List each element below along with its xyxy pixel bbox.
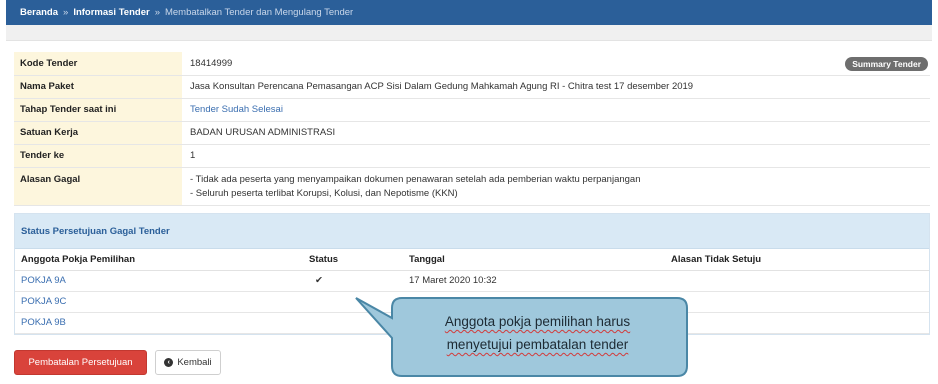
info-row-kode-tender: Kode Tender 18414999 Summary Tender (14, 52, 930, 76)
annotation-callout: Anggota pokja pemilihan harus menyetujui… (352, 288, 692, 383)
tahap-tender-link[interactable]: Tender Sudah Selesai (190, 104, 283, 115)
tender-info-table: Kode Tender 18414999 Summary Tender Nama… (14, 52, 930, 206)
column-header: Alasan Tidak Setuju (665, 249, 929, 271)
circle-arrow-left-icon: ‹ (164, 358, 174, 367)
cancel-approval-button[interactable]: Pembatalan Persetujuan (14, 350, 147, 375)
check-icon: ✔ (315, 275, 323, 286)
breadcrumb-separator: » (63, 7, 69, 18)
info-label: Alasan Gagal (14, 167, 182, 206)
reject-reason (665, 270, 929, 292)
info-label: Satuan Kerja (14, 121, 182, 145)
info-label: Kode Tender (14, 52, 182, 76)
breadcrumb-separator: » (154, 7, 160, 18)
breadcrumb-current-page: Membatalkan Tender dan Mengulang Tender (164, 7, 354, 18)
info-label: Nama Paket (14, 75, 182, 99)
info-label: Tender ke (14, 144, 182, 168)
breadcrumb: Beranda » Informasi Tender » Membatalkan… (6, 0, 932, 25)
pokja-member-link[interactable]: POKJA 9A (21, 275, 66, 286)
reject-reason (665, 312, 929, 334)
breadcrumb-tender-info-link[interactable]: Informasi Tender (73, 7, 149, 18)
callout-text: Anggota pokja pemilihan harus menyetujui… (394, 298, 681, 368)
sub-toolbar (6, 25, 932, 41)
info-value-cell: 18414999 Summary Tender (182, 52, 930, 76)
reject-reason (665, 291, 929, 313)
kode-tender-value: 18414999 (190, 57, 233, 69)
column-header: Tanggal (403, 249, 665, 271)
summary-tender-button[interactable]: Summary Tender (845, 57, 928, 71)
info-row-satuan-kerja: Satuan Kerja BADAN URUSAN ADMINISTRASI (14, 121, 930, 145)
nama-paket-value: Jasa Konsultan Perencana Pemasangan ACP … (182, 75, 930, 99)
pokja-member-link[interactable]: POKJA 9B (21, 317, 66, 328)
info-row-alasan-gagal: Alasan Gagal - Tidak ada peserta yang me… (14, 167, 930, 206)
alasan-gagal-line: - Tidak ada peserta yang menyampaikan do… (190, 173, 641, 185)
info-row-nama-paket: Nama Paket Jasa Konsultan Perencana Pema… (14, 75, 930, 99)
callout-line: menyetujui pembatalan tender (446, 337, 629, 352)
satuan-kerja-value: BADAN URUSAN ADMINISTRASI (182, 121, 930, 145)
back-button-label: Kembali (177, 357, 212, 368)
info-label: Tahap Tender saat ini (14, 98, 182, 122)
panel-title: Status Persetujuan Gagal Tender (15, 214, 929, 249)
column-header: Anggota Pokja Pemilihan (15, 249, 303, 271)
info-value-cell: Tender Sudah Selesai (182, 98, 930, 122)
back-button[interactable]: ‹ Kembali (155, 350, 221, 375)
alasan-gagal-value: - Tidak ada peserta yang menyampaikan do… (182, 167, 930, 206)
callout-line: Anggota pokja pemilihan harus (444, 314, 631, 329)
info-row-tender-ke: Tender ke 1 (14, 144, 930, 168)
column-header: Status (303, 249, 403, 271)
table-header-row: Anggota Pokja Pemilihan Status Tanggal A… (15, 249, 929, 271)
info-row-tahap-tender: Tahap Tender saat ini Tender Sudah Seles… (14, 98, 930, 122)
tender-ke-value: 1 (182, 144, 930, 168)
alasan-gagal-line: - Seluruh peserta terlibat Korupsi, Kolu… (190, 187, 458, 199)
breadcrumb-home-link[interactable]: Beranda (20, 7, 58, 18)
pokja-member-link[interactable]: POKJA 9C (21, 296, 66, 307)
